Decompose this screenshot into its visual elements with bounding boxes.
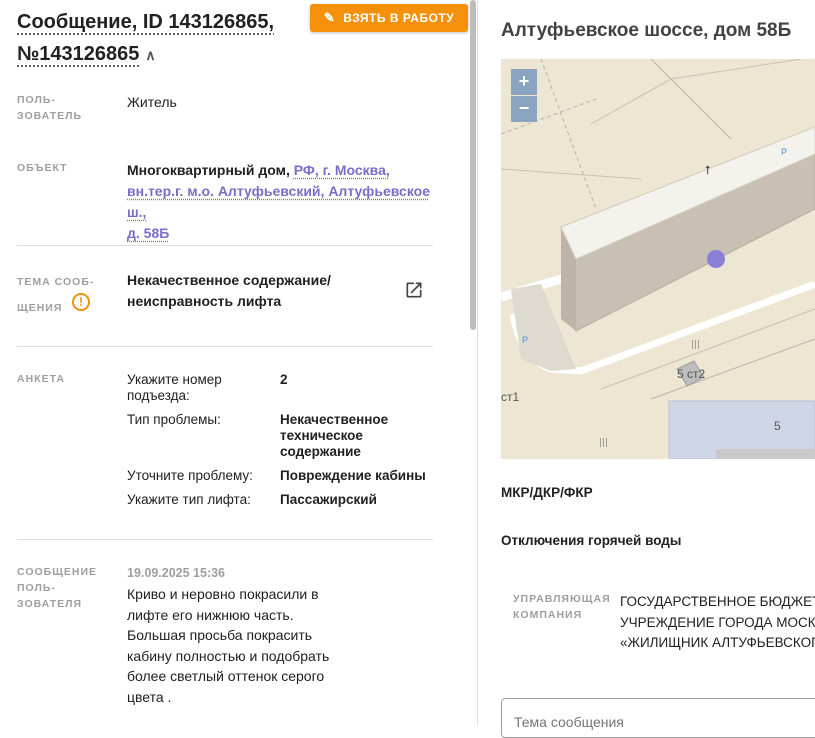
building-label: 5 — [774, 419, 781, 433]
user-value: Житель — [127, 94, 177, 110]
zoom-in-button[interactable]: + — [511, 69, 537, 95]
survey-answer: Повреждение кабины — [280, 468, 426, 483]
building-label: ст1 — [501, 390, 520, 404]
svg-text:⭡: ⭡ — [705, 163, 711, 177]
user-label: ПОЛЬ- ЗОВАТЕЛЬ — [17, 94, 83, 122]
management-company-value: ГОСУДАРСТВЕННОЕ БЮДЖЕТН УЧРЕЖДЕНИЕ ГОРОД… — [620, 592, 815, 654]
management-company-line-3: «ЖИЛИЩНИК АЛТУФЬЕВСКОГО — [620, 635, 815, 650]
object-address-link-2[interactable]: вн.тер.г. м.о. Алтуфьевский, Алтуфьевско… — [127, 183, 430, 220]
survey-answer: Пассажирский — [280, 492, 377, 507]
title-line-2: №143126865 — [17, 43, 140, 65]
chevron-up-icon[interactable]: ∧ — [145, 39, 155, 71]
warning-icon: ! — [72, 293, 90, 311]
message-label: СООБЩЕНИЕ ПОЛЬ- ЗОВАТЕЛЯ — [17, 566, 98, 610]
message-topic-input[interactable]: Тема сообщения — [501, 698, 815, 738]
management-company-line-1: ГОСУДАРСТВЕННОЕ БЮДЖЕТН — [620, 594, 815, 609]
svg-text:|||: ||| — [599, 438, 608, 448]
object-address-link-3[interactable]: д. 58Б — [127, 225, 169, 241]
parking-label: P — [522, 335, 529, 345]
left-panel-scrollbar[interactable] — [470, 0, 476, 330]
survey-answer: Некачественное техническое содержание — [280, 412, 389, 459]
pencil-icon: ✎ — [323, 10, 336, 25]
message-text: Криво и неровно покрасили в лифте его ни… — [127, 586, 330, 705]
survey-answer: 2 — [280, 372, 288, 387]
divider — [17, 346, 433, 347]
map[interactable]: ||| ||| ⭡ P P 5 ст2 5 ст1 + − — [501, 59, 815, 459]
survey-question: Уточните проблему: — [127, 468, 253, 483]
survey-question: Укажите тип лифта: — [127, 492, 251, 507]
zoom-controls: + − — [511, 69, 537, 123]
title-line-1: Сообщение, ID 143126865, — [17, 11, 275, 33]
panel-divider — [477, 0, 478, 726]
message-date: 19.09.2025 15:36 — [127, 566, 226, 580]
hot-water-section-title: Отключения горячей воды — [501, 533, 682, 548]
object-type: Многоквартирный дом, — [127, 162, 290, 178]
take-to-work-label: ВЗЯТЬ В РАБОТУ — [343, 11, 455, 25]
divider — [17, 245, 433, 246]
topic-value: Некачественное содержание/ неисправность… — [127, 272, 331, 309]
address-title: Алтуфьевское шоссе, дом 58Б — [501, 20, 792, 41]
map-canvas: ||| ||| ⭡ — [501, 59, 815, 459]
object-address-link-1[interactable]: РФ, г. Москва, — [294, 162, 390, 178]
message-details-panel: Сообщение, ID 143126865, №143126865 ∧ ✎ В… — [0, 0, 472, 726]
zoom-out-button[interactable]: − — [511, 96, 537, 122]
take-to-work-button[interactable]: ✎ ВЗЯТЬ В РАБОТУ — [310, 4, 468, 32]
building-label: 5 ст2 — [677, 367, 706, 381]
parking-label: P — [781, 147, 788, 157]
object-label: ОБЪЕКТ — [17, 162, 68, 174]
survey-question: Тип проблемы: — [127, 412, 221, 427]
management-company-line-2: УЧРЕЖДЕНИЕ ГОРОДА МОСКВЫ — [620, 614, 815, 630]
open-external-icon[interactable] — [404, 280, 424, 300]
message-topic-placeholder: Тема сообщения — [514, 714, 624, 730]
object-value: Многоквартирный дом, РФ, г. Москва, вн.т… — [127, 160, 447, 244]
management-company-label: УПРАВЛЯЮЩАЯ КОМПАНИЯ — [513, 593, 611, 621]
divider — [17, 539, 433, 540]
svg-text:|||: ||| — [691, 340, 700, 350]
survey-label: АНКЕТА — [17, 373, 65, 385]
survey-question: Укажите номер подъезда: — [127, 372, 222, 403]
page-title: Сообщение, ID 143126865, №143126865 ∧ — [17, 6, 297, 71]
mkr-section-title: МКР/ДКР/ФКР — [501, 485, 593, 500]
